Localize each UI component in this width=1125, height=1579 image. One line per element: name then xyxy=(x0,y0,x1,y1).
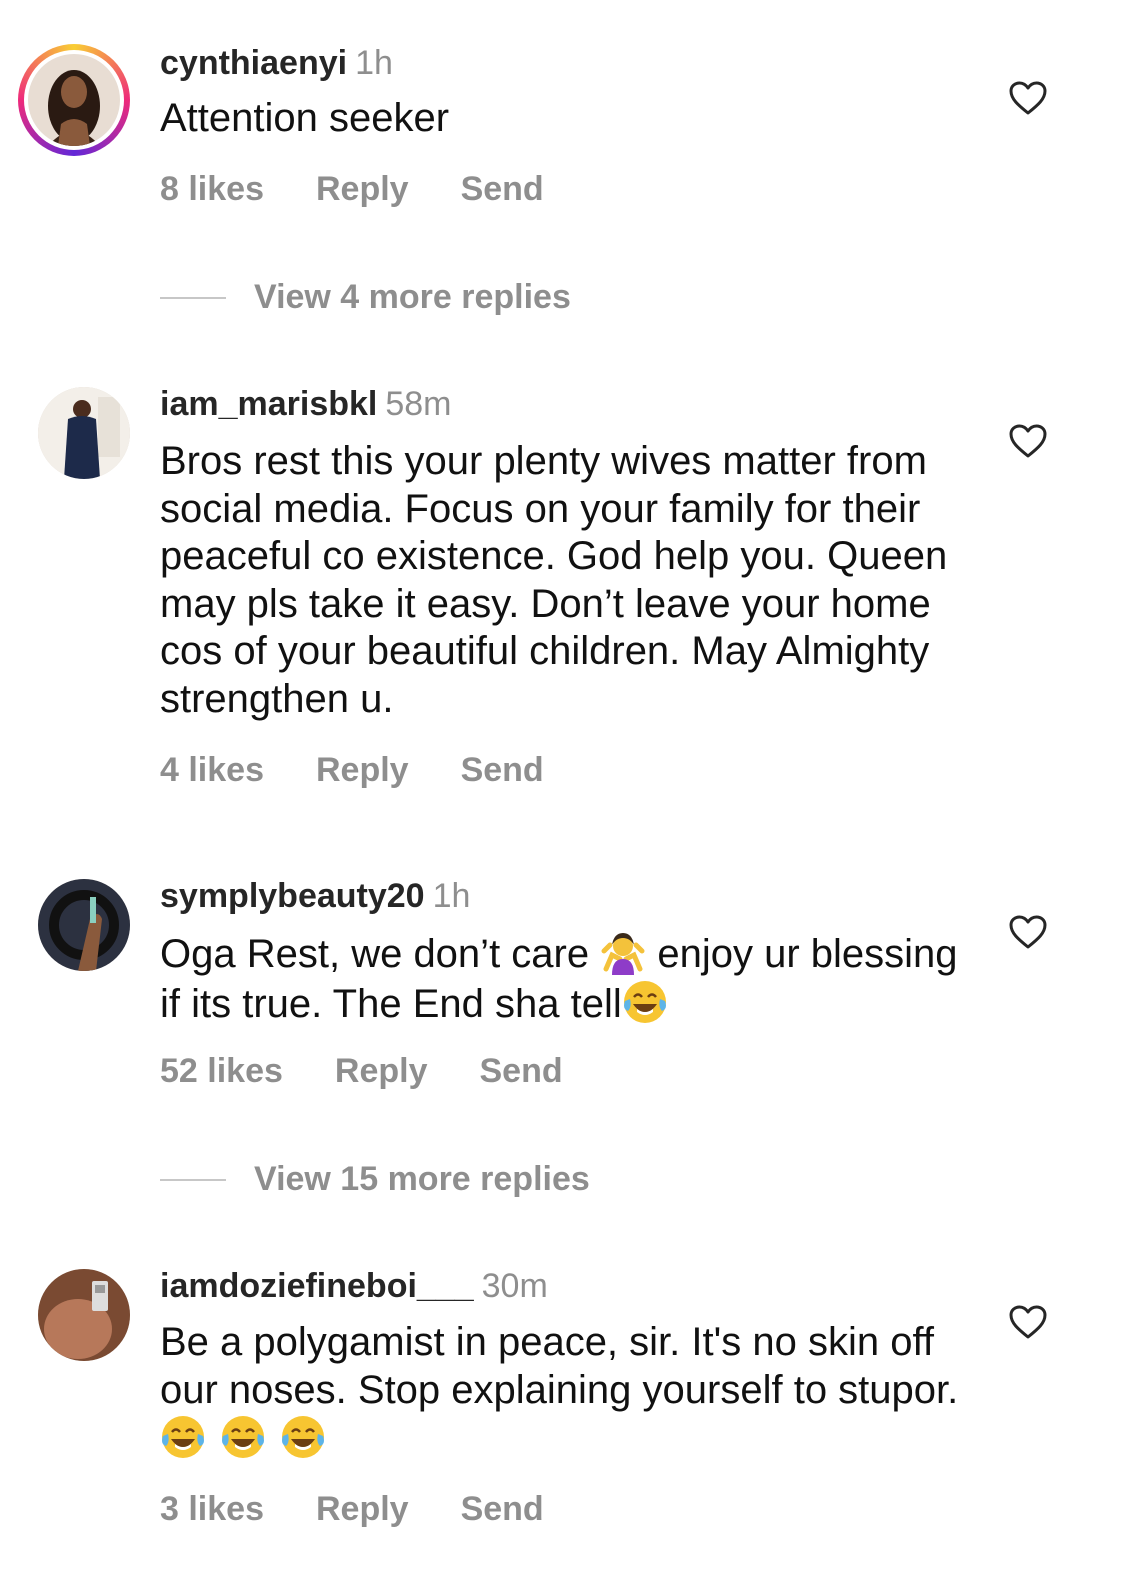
username[interactable]: iamdoziefineboi___ xyxy=(160,1267,474,1305)
comment-header: cynthiaenyi 1h xyxy=(160,43,393,83)
timestamp: 30m xyxy=(481,1267,548,1305)
comment-header: iamdoziefineboi___ 30m xyxy=(160,1266,548,1306)
heart-outline-icon[interactable] xyxy=(1008,1304,1048,1340)
face-with-tears-of-joy-emoji xyxy=(162,1416,204,1458)
username[interactable]: cynthiaenyi xyxy=(160,44,347,82)
comment-text-part: Be a polygamist in peace, sir. It's no s… xyxy=(160,1320,959,1412)
comment-text: Be a polygamist in peace, sir. It's no s… xyxy=(160,1319,960,1464)
heart-outline-icon[interactable] xyxy=(1008,423,1048,459)
comment-header: symplybeauty20 1h xyxy=(160,876,470,916)
view-replies-label: View 15 more replies xyxy=(254,1160,590,1198)
send-button[interactable]: Send xyxy=(479,1052,562,1091)
comment-header: iam_marisbkl 58m xyxy=(160,384,452,424)
comment-actions: 4 likes Reply Send xyxy=(160,751,544,790)
divider-line xyxy=(160,1178,226,1181)
likes-count[interactable]: 52 likes xyxy=(160,1052,283,1091)
face-with-tears-of-joy-emoji xyxy=(282,1416,324,1458)
comment-text: Oga Rest, we don’t care enjoy ur blessin… xyxy=(160,929,960,1028)
avatar-with-story-ring[interactable] xyxy=(18,44,130,156)
reply-button[interactable]: Reply xyxy=(316,170,409,209)
reply-button[interactable]: Reply xyxy=(335,1052,428,1091)
face-with-tears-of-joy-emoji xyxy=(623,980,666,1023)
timestamp: 1h xyxy=(355,44,393,82)
likes-count[interactable]: 3 likes xyxy=(160,1490,264,1529)
view-more-replies-button[interactable]: View 15 more replies xyxy=(160,1160,590,1199)
person-shrugging-emoji xyxy=(601,933,645,975)
comment-text: Bros rest this your plenty wives matter … xyxy=(160,439,948,721)
reply-button[interactable]: Reply xyxy=(316,751,409,790)
likes-count[interactable]: 8 likes xyxy=(160,170,264,209)
send-button[interactable]: Send xyxy=(461,170,544,209)
heart-outline-icon[interactable] xyxy=(1008,914,1048,950)
username[interactable]: symplybeauty20 xyxy=(160,877,425,915)
send-button[interactable]: Send xyxy=(461,751,544,790)
timestamp: 1h xyxy=(432,877,471,915)
avatar[interactable] xyxy=(38,1269,130,1361)
avatar[interactable] xyxy=(38,387,130,479)
comment-actions: 52 likes Reply Send xyxy=(160,1052,563,1091)
comment-text: Attention seeker xyxy=(160,96,450,140)
comment-actions: 3 likes Reply Send xyxy=(160,1490,544,1529)
avatar[interactable] xyxy=(38,879,130,971)
comment-actions: 8 likes Reply Send xyxy=(160,170,544,209)
face-with-tears-of-joy-emoji xyxy=(222,1416,264,1458)
reply-button[interactable]: Reply xyxy=(316,1490,409,1529)
send-button[interactable]: Send xyxy=(461,1490,544,1529)
likes-count[interactable]: 4 likes xyxy=(160,751,264,790)
heart-outline-icon[interactable] xyxy=(1008,80,1048,116)
view-more-replies-button[interactable]: View 4 more replies xyxy=(160,278,571,317)
view-replies-label: View 4 more replies xyxy=(254,278,571,316)
comment-text-part: Oga Rest, we don’t care xyxy=(160,932,601,976)
timestamp: 58m xyxy=(385,385,452,423)
username[interactable]: iam_marisbkl xyxy=(160,385,377,423)
divider-line xyxy=(160,296,226,299)
